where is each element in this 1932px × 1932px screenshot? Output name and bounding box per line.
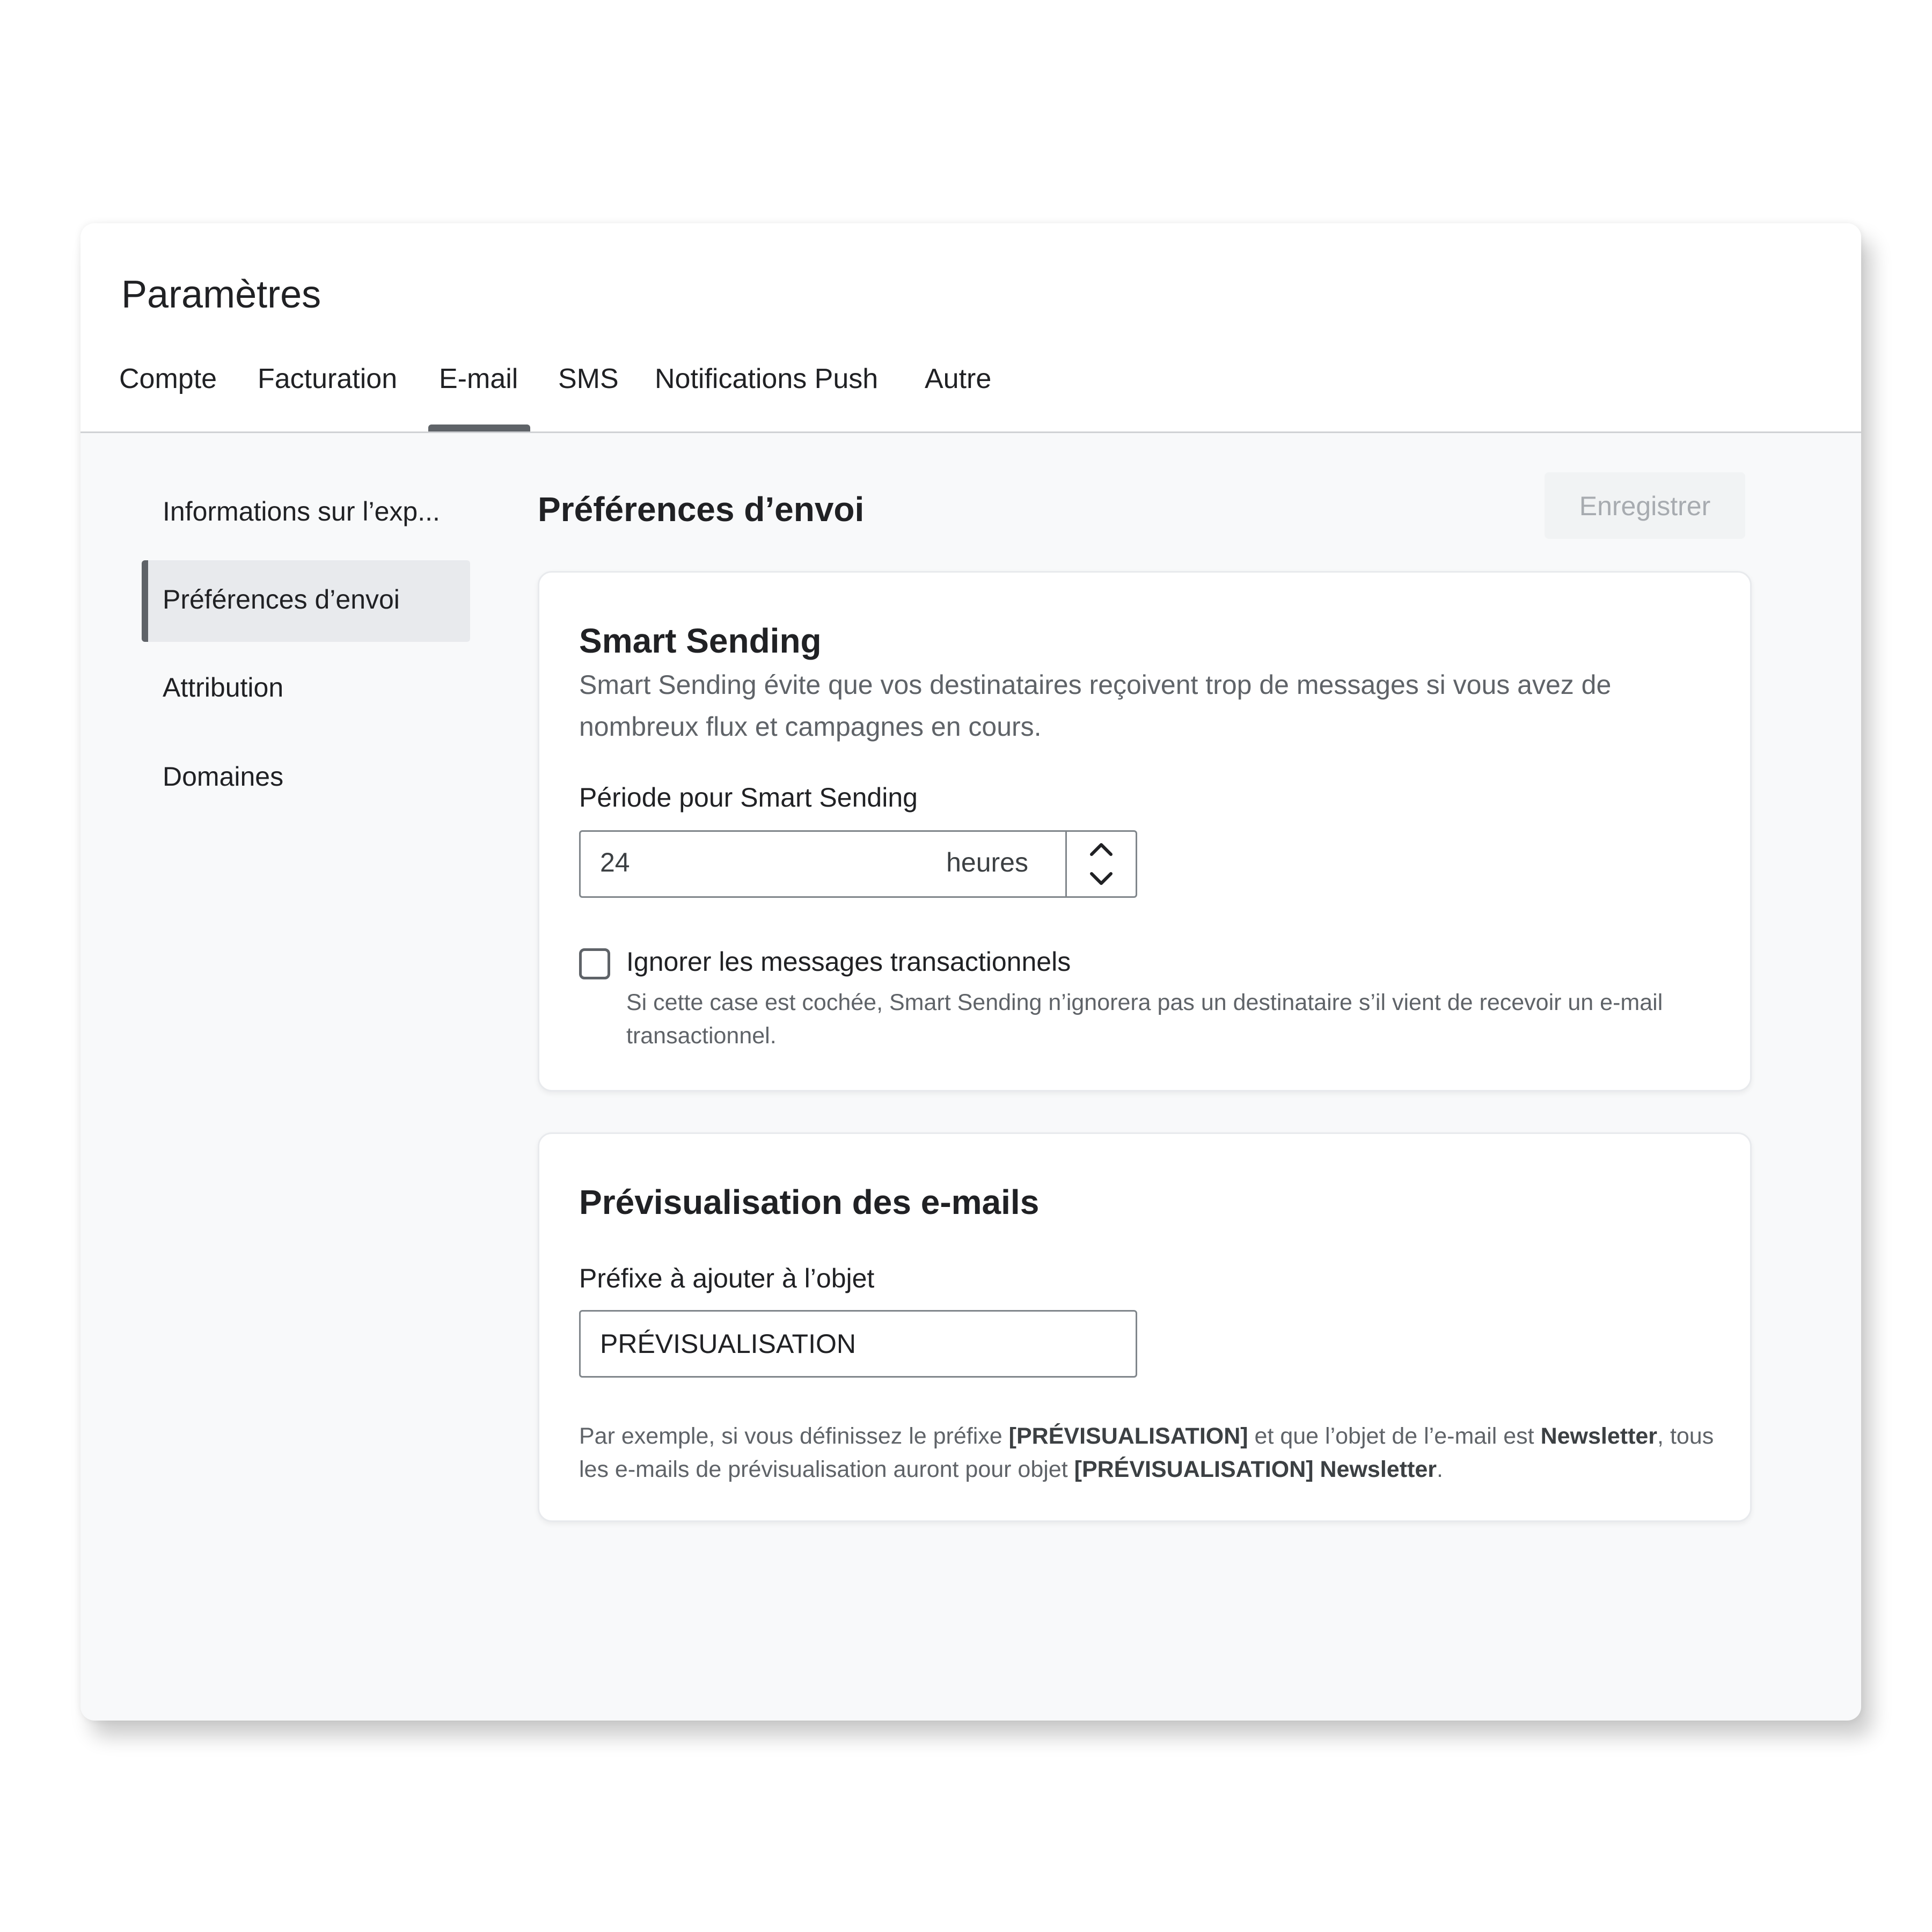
ignore-transactional-help: Si cette case est cochée, Smart Sending …	[626, 990, 1663, 1049]
page-title: Paramètres	[121, 273, 321, 316]
sidebar-item-attribution[interactable]: Attribution	[163, 672, 283, 703]
active-tab-indicator	[428, 425, 530, 431]
settings-window: Paramètres Compte Facturation E-mail SMS…	[80, 223, 1861, 1721]
smart-sending-period-input[interactable]: 24 heures	[579, 830, 1137, 898]
tab-email[interactable]: E-mail	[439, 363, 518, 395]
email-preview-card: Prévisualisation des e-mails Préfixe à a…	[538, 1132, 1752, 1522]
chevron-up-icon[interactable]	[1085, 838, 1117, 860]
section-heading: Préférences d’envoi	[538, 490, 865, 529]
period-stepper[interactable]	[1065, 832, 1136, 896]
subject-prefix-label: Préfixe à ajouter à l’objet	[579, 1263, 875, 1293]
smart-sending-period-label: Période pour Smart Sending	[579, 782, 918, 813]
sidebar-item-sender-info[interactable]: Informations sur l’exp...	[163, 496, 440, 527]
tab-bar: Compte Facturation E-mail SMS Notificati…	[80, 363, 1861, 431]
subject-prefix-example: Par exemple, si vous définissez le préfi…	[579, 1423, 1714, 1482]
period-unit: heures	[946, 847, 1028, 877]
tab-sms[interactable]: SMS	[558, 363, 619, 395]
tab-facturation[interactable]: Facturation	[258, 363, 397, 395]
tab-notifications-push[interactable]: Notifications Push	[655, 363, 878, 395]
tab-compte[interactable]: Compte	[119, 363, 217, 395]
smart-sending-title: Smart Sending	[579, 621, 822, 660]
tab-autre[interactable]: Autre	[925, 363, 991, 395]
settings-header: Paramètres Compte Facturation E-mail SMS…	[80, 223, 1861, 433]
period-value[interactable]: 24	[600, 847, 630, 878]
chevron-down-icon[interactable]	[1085, 868, 1117, 890]
sidebar-item-sending-preferences[interactable]: Préférences d’envoi	[163, 584, 400, 615]
email-preview-title: Prévisualisation des e-mails	[579, 1183, 1040, 1221]
smart-sending-card: Smart Sending Smart Sending évite que vo…	[538, 571, 1752, 1092]
subject-prefix-input[interactable]	[579, 1310, 1137, 1378]
sidebar-item-domains[interactable]: Domaines	[163, 761, 283, 792]
smart-sending-description: Smart Sending évite que vos destinataire…	[579, 670, 1612, 742]
save-button[interactable]: Enregistrer	[1545, 472, 1745, 539]
ignore-transactional-checkbox[interactable]	[579, 948, 610, 979]
ignore-transactional-label[interactable]: Ignorer les messages transactionnels	[626, 946, 1071, 977]
